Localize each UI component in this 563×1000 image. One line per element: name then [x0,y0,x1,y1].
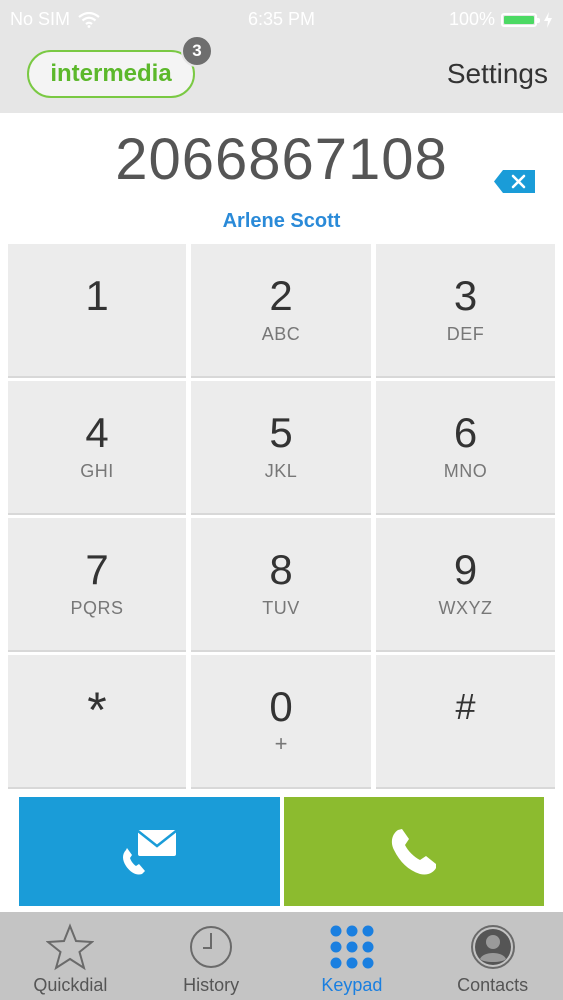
contact-icon [470,925,515,969]
keypad-icon [330,925,374,969]
phone-icon [391,828,436,875]
tab-quickdial[interactable]: Quickdial [0,912,141,1000]
key-5[interactable]: 5 JKL [191,381,371,515]
tab-bar: Quickdial History Keypad Contacts [0,912,563,1000]
keypad: 1 2 ABC 3 DEF 4 GHI 5 JKL 6 MNO 7 PQRS 8… [8,244,555,789]
key-9[interactable]: 9 WXYZ [376,518,555,652]
key-1[interactable]: 1 [8,244,186,378]
matched-contact-name[interactable]: Arlene Scott [0,210,563,233]
tab-contacts[interactable]: Contacts [422,912,563,1000]
key-letters: PQRS [70,598,124,618]
key-7[interactable]: 7 PQRS [8,518,186,652]
key-letters: DEF [446,324,485,344]
key-letters: TUV [262,598,300,618]
star-icon [46,923,95,971]
key-letters: JKL [264,461,298,481]
key-letters: MNO [443,461,488,481]
logo-text: intermedia [50,60,172,87]
key-letters: + [274,731,288,756]
voicemail-message-button[interactable] [19,797,280,906]
key-digit: 7 [85,546,109,593]
key-3[interactable]: 3 DEF [376,244,555,378]
key-hash[interactable]: # [376,655,555,789]
action-row [19,797,544,906]
battery-percent: 100% [448,9,495,29]
key-digit: 6 [453,409,478,456]
key-digit: 4 [85,409,109,456]
key-digit: 9 [453,546,478,593]
tab-label: Quickdial [33,975,108,995]
key-8[interactable]: 8 TUV [191,518,371,652]
key-6[interactable]: 6 MNO [376,381,555,515]
status-bar: No SIM 6:35 PM 100% [0,0,563,38]
call-button[interactable] [284,797,544,906]
backspace-icon[interactable] [494,170,535,193]
key-4[interactable]: 4 GHI [8,381,186,515]
notification-badge: 3 [181,35,213,67]
key-digit: 0 [269,683,293,730]
key-letters: GHI [80,461,114,481]
key-letters: WXYZ [438,598,493,618]
dialed-number: 2066867108 [115,127,448,192]
key-digit: 8 [269,546,293,593]
clock-icon [190,926,233,968]
battery-icon [501,12,540,27]
key-digit: 2 [269,272,293,319]
key-0[interactable]: 0 + [191,655,371,789]
settings-button[interactable]: Settings [447,58,548,90]
charging-icon [544,11,552,28]
key-digit: 3 [453,272,478,319]
tab-label: Keypad [321,975,383,995]
key-letters: ABC [261,324,301,344]
key-2[interactable]: 2 ABC [191,244,371,378]
key-digit: 1 [85,272,109,319]
key-digit: * [87,682,107,738]
phone-envelope-icon [122,829,177,875]
key-digit: # [455,686,476,727]
tab-label: History [183,975,240,995]
tab-history[interactable]: History [141,912,282,1000]
intermedia-logo[interactable]: intermedia [27,50,195,98]
key-star[interactable]: * [8,655,186,789]
tab-label: Contacts [457,975,529,995]
tab-keypad[interactable]: Keypad [282,912,423,1000]
key-digit: 5 [269,409,293,456]
